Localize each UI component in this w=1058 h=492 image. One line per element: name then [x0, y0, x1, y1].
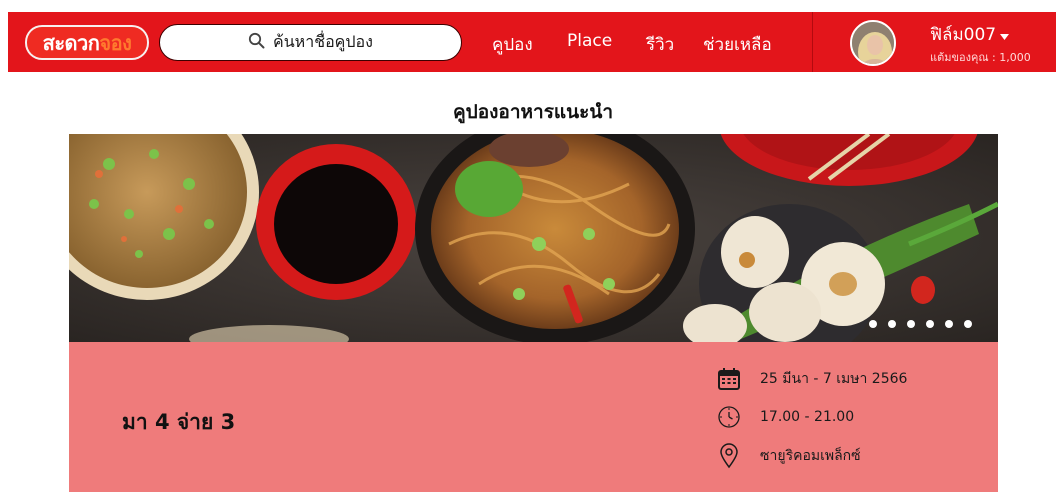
chevron-down-icon [1000, 25, 1010, 45]
logo-wordmark: สะดวก จอง [27, 27, 147, 58]
section-title: คูปองอาหารแนะนำ [452, 101, 614, 123]
promo-location-text: ซายูริคอมเพล็กซ์ [760, 448, 861, 464]
carousel-dot[interactable] [926, 320, 934, 328]
search-bar[interactable]: ค้นหาชื่อคูปอง [159, 24, 462, 61]
promo-date: 25 มีนา - 7 เมษา 2566 [716, 366, 907, 392]
carousel-dot[interactable] [888, 320, 896, 328]
food-banner-carousel[interactable] [69, 134, 998, 342]
promo-location: ซายูริคอมเพล็กซ์ [716, 443, 861, 469]
carousel-dot[interactable] [869, 320, 877, 328]
nav-reviews[interactable]: รีวิว [646, 31, 674, 58]
clock-icon [716, 404, 742, 430]
nav-place[interactable]: Place [567, 31, 612, 51]
location-pin-icon [716, 443, 742, 469]
food-banner-image [69, 134, 998, 342]
promo-time-text: 17.00 - 21.00 [760, 409, 855, 425]
carousel-dot[interactable] [945, 320, 953, 328]
promo-title: มา 4 จ่าย 3 [122, 410, 236, 434]
search-input-placeholder[interactable]: ค้นหาชื่อคูปอง [273, 30, 373, 55]
carousel-dot[interactable] [907, 320, 915, 328]
promo-date-text: 25 มีนา - 7 เมษา 2566 [760, 371, 908, 387]
promo-time: 17.00 - 21.00 [716, 404, 854, 430]
user-points: แต้มของคุณ : 1,000 [930, 51, 1031, 64]
promo-card[interactable]: มา 4 จ่าย 3 25 มีนา - 7 เมษา 2566 17.00 … [69, 342, 998, 492]
nav-help[interactable]: ช่วยเหลือ [703, 31, 772, 58]
nav-coupons[interactable]: คูปอง [492, 31, 533, 58]
site-logo[interactable]: สะดวก จอง [25, 25, 149, 60]
carousel-indicators [869, 320, 972, 328]
search-icon [248, 32, 265, 53]
nav-divider [812, 12, 813, 72]
logo-text-main: สะดวก [42, 30, 100, 55]
user-menu[interactable]: ฟิล์ม007 [930, 21, 1010, 48]
top-navbar: สะดวก จอง ค้นหาชื่อคูปอง คูปอง Place รีวิ… [8, 12, 1056, 72]
calendar-icon [716, 366, 742, 392]
user-name: ฟิล์ม007 [930, 25, 997, 45]
carousel-dot[interactable] [964, 320, 972, 328]
logo-text-accent: จอง [99, 30, 132, 55]
user-avatar[interactable] [850, 20, 896, 66]
